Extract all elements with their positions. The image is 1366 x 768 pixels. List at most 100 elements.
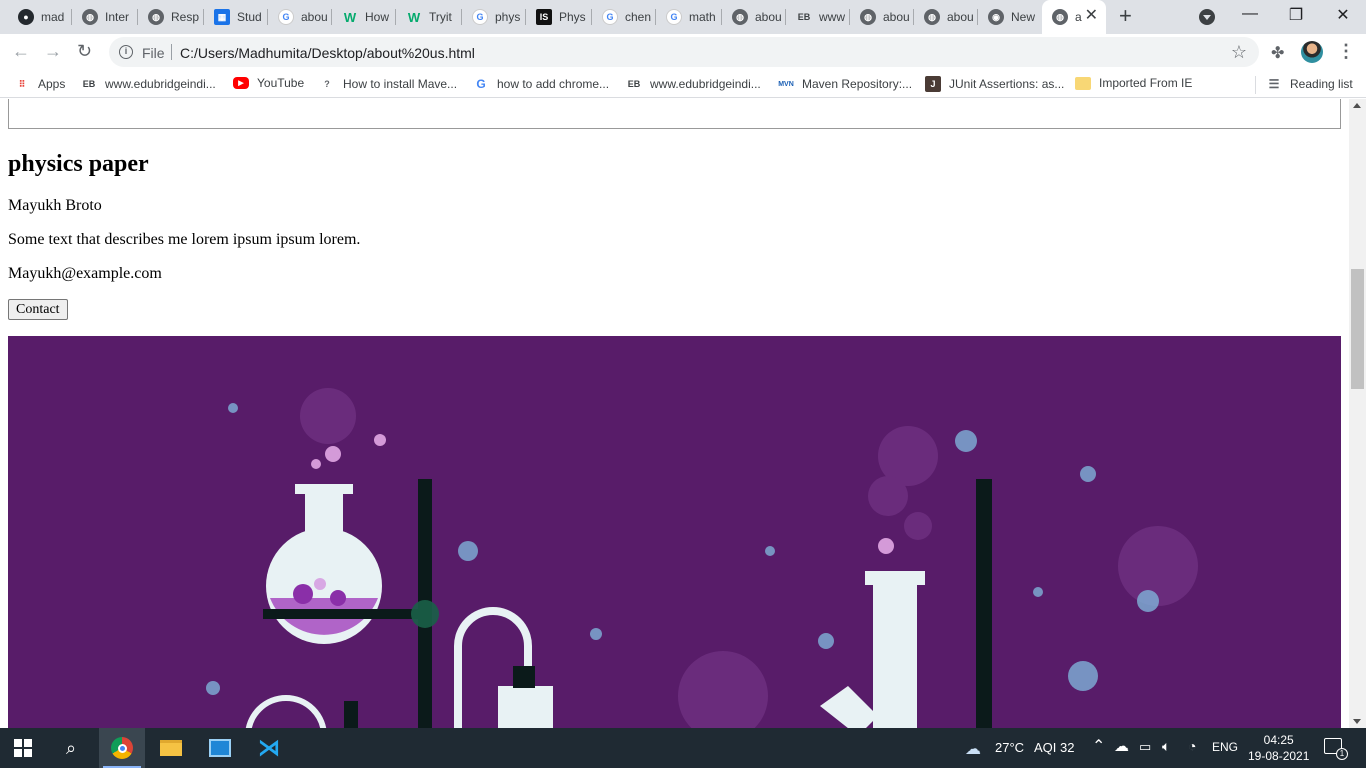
tab-8[interactable]: G phys xyxy=(462,0,526,34)
scroll-up-icon[interactable] xyxy=(1353,103,1361,108)
language-indicator[interactable]: ENG xyxy=(1212,740,1238,754)
previous-card xyxy=(8,99,1341,129)
close-tab-icon[interactable]: ✕ xyxy=(1085,8,1098,24)
bookmark-apps[interactable]: ⠿ Apps xyxy=(14,76,66,92)
tab-12[interactable]: ◍ abou xyxy=(722,0,786,34)
minimize-icon[interactable]: — xyxy=(1227,5,1273,23)
taskbar-chrome[interactable] xyxy=(99,728,145,768)
tab-title: Resp xyxy=(171,10,200,24)
tab-title: chen xyxy=(625,10,652,24)
bookmark-maven-repo[interactable]: MVN Maven Repository:... xyxy=(778,76,912,92)
tab-13[interactable]: EB www xyxy=(786,0,850,34)
tab-5[interactable]: G abou xyxy=(268,0,332,34)
chevron-up-icon[interactable]: ⌃ xyxy=(1092,736,1105,756)
profile-avatar[interactable] xyxy=(1301,41,1323,63)
volume-icon[interactable]: 🔈︎ xyxy=(1162,738,1170,755)
windows-icon xyxy=(14,739,32,757)
bookmark-label: How to install Mave... xyxy=(343,77,458,91)
tab-title: abou xyxy=(755,10,782,24)
tab-2[interactable]: ◍ Inter xyxy=(72,0,138,34)
chrome-icon xyxy=(111,737,133,759)
tab-search-icon[interactable] xyxy=(1199,9,1215,25)
tab-14[interactable]: ◍ abou xyxy=(850,0,914,34)
back-icon[interactable]: ← xyxy=(12,41,30,61)
weather-icon[interactable]: ☁ xyxy=(965,739,981,759)
tab-9[interactable]: IS Phys xyxy=(526,0,592,34)
tab-title: Tryit xyxy=(429,10,452,24)
tab-6[interactable]: W How xyxy=(332,0,396,34)
edubridge-icon: EB xyxy=(797,12,811,22)
battery-icon[interactable]: ▭ xyxy=(1139,739,1151,755)
bookmark-label: www.edubridgeindi... xyxy=(105,77,216,91)
extensions-icon[interactable]: ✤ xyxy=(1271,43,1284,63)
mvn-icon: MVN xyxy=(778,80,794,88)
weather-temp[interactable]: 27°C xyxy=(995,740,1024,755)
tab-strip: ● mad ◍ Inter ◍ Resp ▦ Stud G abou W How… xyxy=(0,0,1366,34)
tab-10[interactable]: G chen xyxy=(592,0,656,34)
address-bar[interactable]: i File C:/Users/Madhumita/Desktop/about%… xyxy=(109,37,1259,67)
divider xyxy=(1255,76,1256,94)
bookmark-youtube[interactable]: ▶ YouTube xyxy=(233,76,304,90)
bookmark-label: Apps xyxy=(38,77,66,91)
tab-title: phys xyxy=(495,10,521,24)
tab-7[interactable]: W Tryit xyxy=(396,0,462,34)
taskbar-photos[interactable] xyxy=(197,728,243,768)
tab-title: abou xyxy=(947,10,974,24)
bookmark-edubridge-1[interactable]: EB www.edubridgeindi... xyxy=(81,76,216,92)
onedrive-icon[interactable]: ☁ xyxy=(1114,737,1129,755)
folder-icon xyxy=(1075,76,1091,90)
edubridge-icon: EB xyxy=(627,79,641,89)
bookmark-star-icon[interactable]: ☆ xyxy=(1231,42,1247,63)
vertical-scrollbar[interactable] xyxy=(1349,99,1366,728)
scroll-down-icon[interactable] xyxy=(1353,719,1361,724)
globe-icon: ◍ xyxy=(732,9,748,25)
clock-date: 19-08-2021 xyxy=(1248,749,1310,763)
scroll-thumb[interactable] xyxy=(1351,269,1364,389)
bookmark-label: how to add chrome... xyxy=(497,77,610,91)
clock-time: 04:25 xyxy=(1263,733,1294,747)
person-description: Some text that describes me lorem ipsum … xyxy=(8,231,361,248)
bookmark-junit[interactable]: J JUnit Assertions: as... xyxy=(925,76,1064,92)
person-name: Mayukh Broto xyxy=(8,197,102,214)
tab-15[interactable]: ◍ abou xyxy=(914,0,978,34)
clock[interactable]: 04:25 19-08-2021 xyxy=(1248,732,1309,764)
url-text[interactable]: C:/Users/Madhumita/Desktop/about%20us.ht… xyxy=(180,45,475,61)
tab-4[interactable]: ▦ Stud xyxy=(204,0,268,34)
question-icon: ? xyxy=(324,79,330,89)
tab-16[interactable]: ◉ New xyxy=(978,0,1042,34)
page-viewport: physics paper Mayukh Broto Some text tha… xyxy=(0,99,1349,728)
bookmark-chrome[interactable]: G how to add chrome... xyxy=(473,76,609,92)
info-icon[interactable]: i xyxy=(119,45,133,59)
new-tab-icon[interactable]: + xyxy=(1119,5,1132,27)
is-icon: IS xyxy=(536,9,552,25)
weather-aqi[interactable]: AQI 32 xyxy=(1034,740,1074,755)
taskbar-file-explorer[interactable] xyxy=(148,728,194,768)
forward-icon[interactable]: → xyxy=(44,41,62,61)
search-button[interactable]: ⌕ xyxy=(48,728,94,768)
google-icon: G xyxy=(666,9,682,25)
bookmark-maven-install[interactable]: ? How to install Mave... xyxy=(319,76,457,92)
bookmark-label: www.edubridgeindi... xyxy=(650,77,761,91)
bookmark-imported-ie[interactable]: Imported From IE xyxy=(1075,76,1192,90)
tab-11[interactable]: G math xyxy=(656,0,722,34)
tab-3[interactable]: ◍ Resp xyxy=(138,0,204,34)
google-icon: G xyxy=(602,9,618,25)
contact-button[interactable]: Contact xyxy=(8,299,68,320)
start-button[interactable] xyxy=(0,728,46,768)
bookmark-reading-list[interactable]: ☰ Reading list xyxy=(1266,76,1353,92)
chrome-icon: ◉ xyxy=(988,9,1004,25)
tab-active[interactable]: ◍ a ✕ xyxy=(1042,0,1106,34)
tab-title: Phys xyxy=(559,10,586,24)
bookmark-label: Maven Repository:... xyxy=(802,77,913,91)
tab-1[interactable]: ● mad xyxy=(8,0,72,34)
scheme-label: File xyxy=(142,45,165,61)
bookmark-edubridge-2[interactable]: EB www.edubridgeindi... xyxy=(626,76,761,92)
reload-icon[interactable]: ↻ xyxy=(77,41,92,61)
taskbar-vscode[interactable]: ⋊ xyxy=(246,728,292,768)
restore-icon[interactable]: ❐ xyxy=(1273,5,1319,25)
w3schools-icon: W xyxy=(407,9,421,25)
window-close-icon[interactable]: ✕ xyxy=(1320,5,1366,25)
w3schools-icon: W xyxy=(343,9,357,25)
menu-icon[interactable]: ⋮ xyxy=(1337,41,1355,62)
wifi-icon[interactable]: ◔ xyxy=(1188,738,1196,754)
